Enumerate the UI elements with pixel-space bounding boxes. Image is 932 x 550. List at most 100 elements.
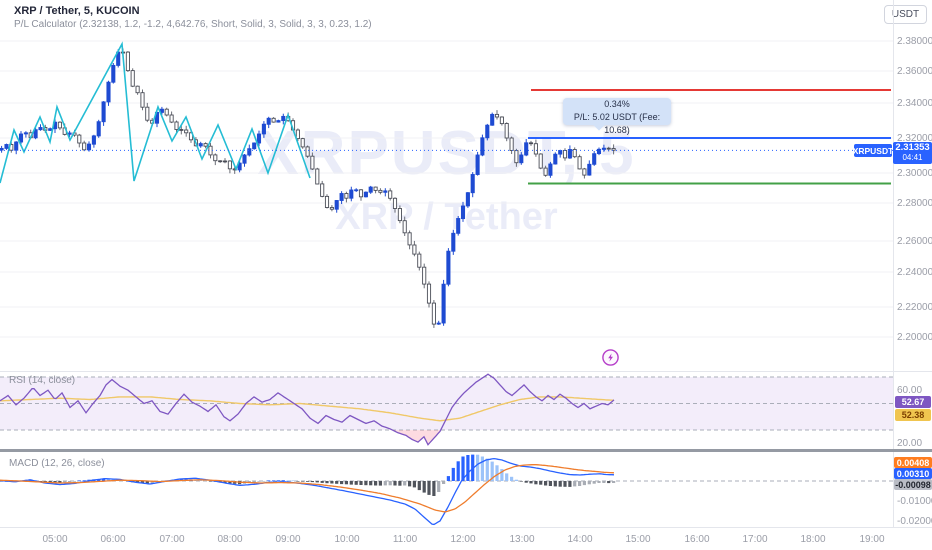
candle-body (358, 189, 364, 198)
candle-body (213, 154, 218, 162)
time-axis-label: 16:00 (684, 534, 710, 545)
price-axis-label: 2.28000 (897, 198, 932, 209)
macd-indicator-legend[interactable]: MACD (12, 26, close) (9, 458, 105, 469)
macd-hist-bar (335, 481, 339, 484)
candle-body (266, 117, 271, 125)
candle-body (456, 218, 461, 234)
macd-hist-bar (310, 481, 314, 483)
candle-body (402, 220, 407, 234)
macd-hist-bar (286, 480, 290, 481)
candle-body (227, 160, 232, 170)
pane-separator-rsi-macd[interactable] (0, 449, 932, 452)
candle-body (295, 129, 300, 140)
candle-body (0, 147, 4, 151)
macd-hist-bar (524, 481, 528, 483)
macd-hist-bar (602, 481, 606, 483)
rsi-axis-label: 20.00 (897, 438, 923, 449)
candle-body (48, 128, 53, 131)
candle-body (587, 163, 592, 176)
macd-hist-bar (398, 481, 402, 486)
time-axis-label: 18:00 (800, 534, 826, 545)
candle-body (436, 322, 441, 325)
macd-hist-bar (529, 481, 533, 484)
macd-axis-label: -0.01000 (897, 496, 932, 507)
candle-body (276, 120, 281, 123)
candle-series[interactable] (0, 48, 616, 328)
candle-body (222, 160, 228, 163)
macd-hist-bar (267, 480, 271, 481)
candle-body (310, 155, 315, 170)
candle-body (349, 189, 354, 199)
macd-hist-bar (68, 481, 72, 482)
macd-signal-value-badge: 0.00408 (894, 457, 932, 468)
price-axis-label: 2.30000 (897, 168, 932, 179)
bar-countdown: 04:41 (902, 153, 923, 162)
candle-body (451, 232, 456, 252)
candle-body (485, 124, 490, 139)
macd-hist-bar (412, 481, 416, 488)
macd-hist-bar (325, 481, 329, 484)
pl-tooltip: 0.34% P/L: 5.02 USDT (Fee: 10.68) (563, 98, 671, 135)
macd-hist-bar (276, 480, 280, 481)
macd-hist-bar (485, 458, 489, 481)
candle-body (499, 116, 504, 125)
candle-body (553, 153, 558, 165)
price-axis-label: 2.24000 (897, 267, 932, 278)
macd-hist-bar (587, 481, 591, 485)
candle-body (441, 283, 446, 324)
macd-hist-bar (568, 481, 572, 487)
lightning-quick-action-icon[interactable] (601, 348, 620, 367)
macd-hist-bar (539, 481, 543, 485)
candle-body (514, 150, 519, 164)
macd-hist-bar (442, 481, 446, 484)
macd-hist-bar (315, 481, 319, 483)
rsi-indicator-legend[interactable]: RSI (14, close) (9, 375, 75, 386)
macd-hist-bar (607, 481, 611, 484)
macd-hist-bar (403, 481, 407, 486)
candle-body (470, 174, 475, 194)
candle-body (601, 147, 606, 150)
macd-signal-line (0, 463, 615, 513)
candle-body (96, 121, 101, 137)
candle-body (208, 145, 213, 156)
candle-body (169, 114, 174, 123)
time-axis-divider (0, 527, 932, 528)
candle-body (426, 283, 432, 304)
candle-body (305, 146, 310, 157)
time-axis-label: 15:00 (625, 534, 651, 545)
rsi-value-badge: 52.67 (895, 396, 931, 408)
macd-hist-bar (427, 481, 431, 495)
candle-body (388, 190, 393, 199)
macd-hist-bar (417, 481, 421, 491)
macd-hist-bar (320, 481, 324, 483)
time-axis-label: 09:00 (275, 534, 301, 545)
candle-body (130, 70, 135, 87)
candle-body (174, 121, 179, 130)
candle-body (392, 197, 398, 209)
macd-hist-bar (432, 481, 436, 496)
macd-hist-bar (63, 481, 67, 483)
candle-body (592, 153, 597, 165)
macd-hist-bar (480, 456, 484, 481)
candle-body (135, 85, 140, 94)
candle-body (465, 192, 470, 207)
candle-body (82, 142, 87, 151)
time-axis-label: 19:00 (859, 534, 885, 545)
time-axis-label: 05:00 (42, 534, 68, 545)
candle-body (203, 143, 208, 147)
candle-body (533, 143, 538, 155)
candle-body (480, 137, 485, 156)
candle-body (261, 123, 266, 135)
candle-body (509, 137, 514, 151)
candle-body (538, 153, 543, 169)
macd-hist-bar (597, 481, 601, 483)
rsi-axis-label: 60.00 (897, 385, 923, 396)
candle-body (397, 208, 402, 222)
macd-hist-bar (514, 479, 518, 481)
macd-hist-bar (612, 481, 616, 483)
macd-value-badge: 0.00310 (894, 468, 932, 479)
pane-separator-main-rsi[interactable] (0, 371, 932, 372)
macd-hist-bar (344, 481, 348, 485)
macd-hist-bar (340, 481, 344, 485)
candle-body (475, 154, 480, 175)
